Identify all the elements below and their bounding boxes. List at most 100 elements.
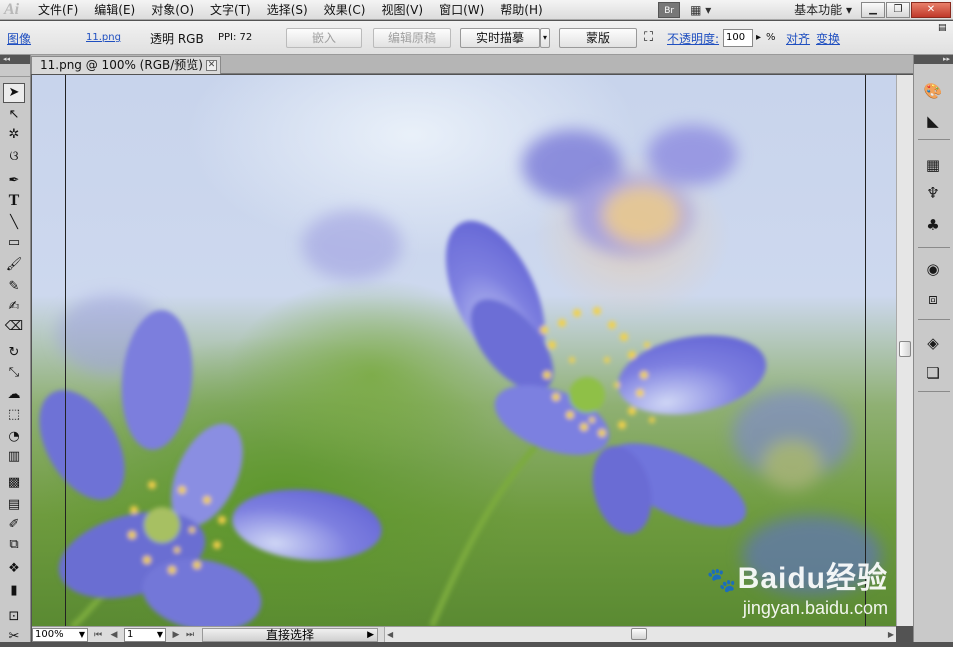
control-bar: 图像 11.png 透明 RGB PPI: 72 嵌入 编辑原稿 实时描摹 ▾ … [0, 21, 953, 55]
artboards-panel-icon[interactable]: ❏ [922, 363, 944, 383]
appearance-panel-icon[interactable]: ◉ [922, 259, 944, 279]
align-link[interactable]: 对齐 [786, 30, 810, 47]
paintbrush-tool-icon[interactable]: 🖌 [3, 255, 25, 275]
menu-effect[interactable]: 效果(C) [316, 0, 374, 20]
color-panel-icon[interactable]: 🎨 [922, 81, 944, 101]
object-type-link[interactable]: 图像 [7, 30, 31, 47]
shape-builder-tool-icon[interactable]: ◔ [3, 427, 25, 447]
graphic-styles-icon[interactable]: ⧈ [922, 289, 944, 309]
last-artboard-icon[interactable]: ⏭ [184, 628, 196, 642]
zoom-dropdown-icon: ▼ [78, 630, 85, 639]
zoom-value: 100% [35, 629, 64, 640]
line-tool-icon[interactable]: ╲ [3, 213, 25, 233]
vertical-scrollbar[interactable] [896, 75, 913, 626]
minimize-icon[interactable]: ▁ [861, 1, 885, 18]
symbols-panel-icon[interactable]: ♣ [922, 215, 944, 235]
artboard-dropdown-icon: ▼ [156, 630, 163, 639]
opacity-link[interactable]: 不透明度: [667, 30, 719, 47]
opacity-unit: % [766, 32, 776, 43]
window-controls: ▁ ❐ ✕ [860, 1, 951, 18]
transform-link[interactable]: 变换 [816, 30, 840, 47]
control-bar-menu-icon[interactable]: ▤ [938, 23, 947, 33]
direct-selection-tool-icon[interactable]: ↖ [3, 105, 25, 125]
crop-marks-icon[interactable]: ⛶ [644, 30, 653, 45]
edit-original-button[interactable]: 编辑原稿 [373, 28, 451, 48]
eraser-tool-icon[interactable]: ⌫ [3, 317, 25, 337]
mask-button[interactable]: 蒙版 [559, 28, 637, 48]
document-tab-title: 11.png @ 100% (RGB/预览) [40, 58, 203, 72]
perspective-grid-tool-icon[interactable]: ▥ [3, 447, 25, 467]
pencil-tool-icon[interactable]: ✎ [3, 277, 25, 297]
column-graph-tool-icon[interactable]: ▮ [3, 581, 25, 601]
horizontal-scroll-thumb[interactable] [631, 628, 647, 640]
menu-view[interactable]: 视图(V) [373, 0, 431, 20]
document-tab[interactable]: 11.png @ 100% (RGB/预览) ✕ [31, 56, 221, 74]
watermark-brand-text: Baidu经验 [737, 562, 888, 595]
artboard-number-select[interactable]: 1 ▼ [124, 628, 166, 642]
warp-tool-icon[interactable]: ☁ [3, 385, 25, 405]
menu-type[interactable]: 文字(T) [202, 0, 259, 20]
first-artboard-icon[interactable]: ⏮ [92, 628, 104, 642]
lasso-tool-icon[interactable]: ଓ [3, 147, 25, 167]
linked-file-link[interactable]: 11.png [86, 32, 121, 43]
vertical-scroll-thumb[interactable] [899, 341, 911, 357]
bridge-button[interactable]: Br [658, 1, 681, 18]
menu-file[interactable]: 文件(F) [30, 0, 86, 20]
menu-object[interactable]: 对象(O) [143, 0, 202, 20]
layers-panel-icon[interactable]: ◈ [922, 333, 944, 353]
zoom-select[interactable]: 100% ▼ [32, 628, 88, 642]
pen-tool-icon[interactable]: ✒ [3, 171, 25, 191]
rotate-tool-icon[interactable]: ↻ [3, 343, 25, 363]
main-flower-stem [429, 442, 540, 626]
workspace-switcher[interactable]: 基本功能 ▾ [794, 1, 852, 18]
dock-expand-icon[interactable]: ▸▸ [914, 55, 953, 64]
tools-grip[interactable] [0, 64, 30, 77]
status-info-select[interactable]: 直接选择 ▶ [202, 628, 378, 642]
app-logo: Ai [4, 0, 20, 18]
menu-edit[interactable]: 编辑(E) [86, 0, 143, 20]
opacity-dropdown-icon[interactable]: ▸ [756, 32, 761, 43]
document-tab-bar: 11.png @ 100% (RGB/预览) ✕ [0, 55, 913, 74]
menu-window[interactable]: 窗口(W) [431, 0, 492, 20]
blob-brush-tool-icon[interactable]: ✍ [3, 297, 25, 317]
restore-icon[interactable]: ❐ [886, 1, 910, 18]
scroll-left-icon[interactable]: ◀ [387, 627, 393, 642]
panel-dock: ▸▸ 🎨 ◣ ▦ ♆ ♣ ◉ ⧈ ◈ ❏ [913, 55, 953, 642]
document-canvas[interactable]: 🐾Baidu经验 jingyan.baidu.com [32, 75, 896, 626]
status-bar: 100% ▼ ⏮ ◀ 1 ▼ ▶ ⏭ 直接选择 ▶ ◀ ▶ [32, 626, 896, 642]
embed-button[interactable]: 嵌入 [286, 28, 362, 48]
color-guide-icon[interactable]: ◣ [922, 111, 944, 131]
free-transform-tool-icon[interactable]: ⬚ [3, 405, 25, 425]
gradient-tool-icon[interactable]: ▤ [3, 495, 25, 515]
horizontal-scrollbar[interactable]: ◀ ▶ [384, 627, 896, 642]
close-icon[interactable]: ✕ [911, 1, 951, 18]
artboard-left-edge [65, 75, 66, 626]
rectangle-tool-icon[interactable]: ▭ [3, 233, 25, 253]
swatches-panel-icon[interactable]: ▦ [922, 155, 944, 175]
tools-panel: ◂◂ ➤ ↖ ✲ ଓ ✒ T ╲ ▭ 🖌 ✎ ✍ ⌫ ↻ ⤡ ☁ ⬚ ◔ ▥ ▩… [0, 55, 31, 644]
selection-tool-icon[interactable]: ➤ [3, 83, 25, 103]
menu-bar: Ai 文件(F) 编辑(E) 对象(O) 文字(T) 选择(S) 效果(C) 视… [0, 0, 953, 20]
arrange-documents-icon[interactable]: ▦ ▾ [690, 2, 724, 18]
slice-tool-icon[interactable]: ✂ [3, 627, 25, 647]
menu-select[interactable]: 选择(S) [259, 0, 316, 20]
type-tool-icon[interactable]: T [3, 191, 25, 211]
color-mode-label: 透明 RGB [150, 32, 204, 46]
previous-artboard-icon[interactable]: ◀ [108, 628, 120, 642]
symbol-sprayer-tool-icon[interactable]: ❖ [3, 559, 25, 579]
eyedropper-tool-icon[interactable]: ✐ [3, 515, 25, 535]
next-artboard-icon[interactable]: ▶ [170, 628, 182, 642]
scroll-right-icon[interactable]: ▶ [888, 627, 894, 642]
brushes-panel-icon[interactable]: ♆ [922, 183, 944, 203]
tools-collapse-icon[interactable]: ◂◂ [0, 55, 30, 64]
live-trace-button[interactable]: 实时描摹 [460, 28, 540, 48]
mesh-tool-icon[interactable]: ▩ [3, 473, 25, 493]
artboard-tool-icon[interactable]: ⊡ [3, 607, 25, 627]
live-trace-options-icon[interactable]: ▾ [540, 28, 550, 48]
menu-help[interactable]: 帮助(H) [492, 0, 550, 20]
magic-wand-tool-icon[interactable]: ✲ [3, 125, 25, 145]
scale-tool-icon[interactable]: ⤡ [3, 363, 25, 383]
blend-tool-icon[interactable]: ⧉ [3, 535, 25, 555]
close-tab-icon[interactable]: ✕ [206, 60, 217, 71]
opacity-input[interactable]: 100 [723, 29, 753, 47]
